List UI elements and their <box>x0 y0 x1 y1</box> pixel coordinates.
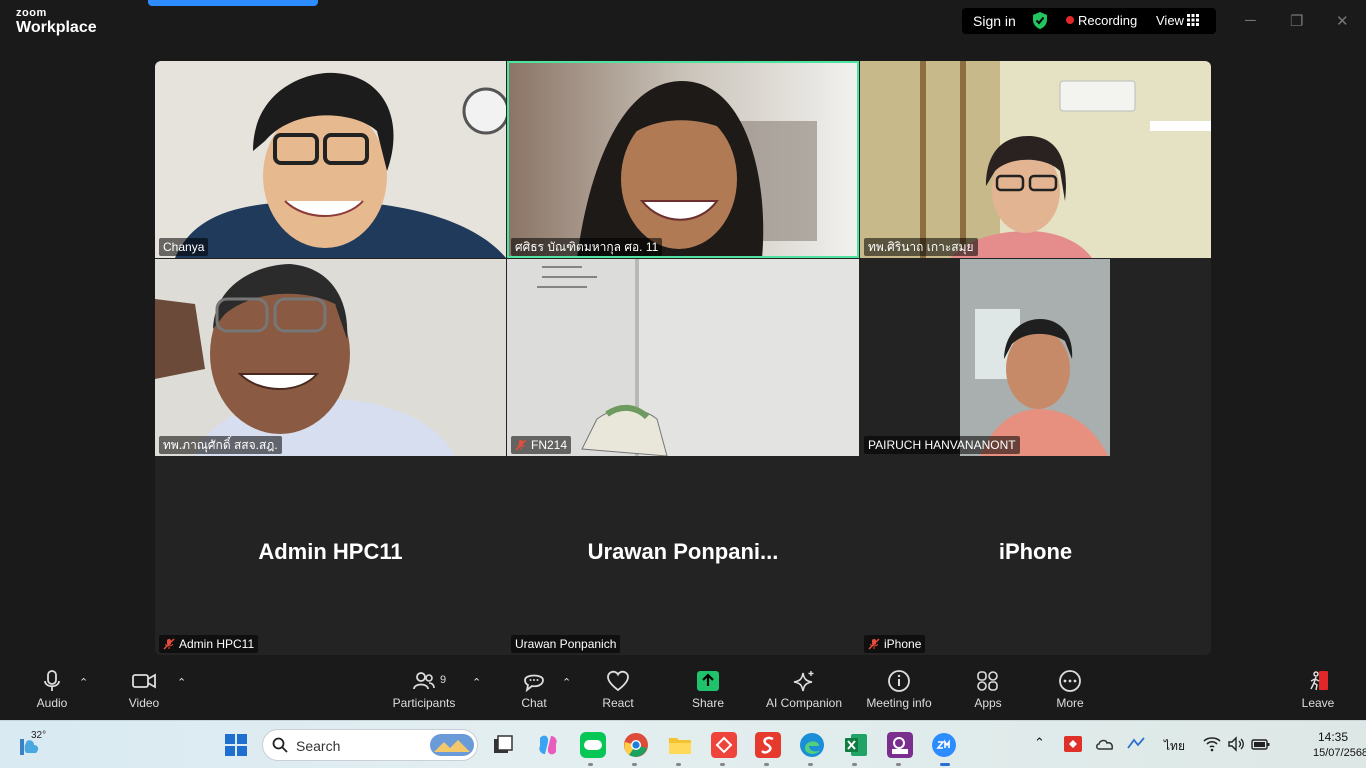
info-icon <box>888 670 910 692</box>
zoom-logo: zoom Workplace <box>16 7 97 36</box>
participant-name-tag: iPhone <box>864 635 926 653</box>
audio-button[interactable]: Audio <box>30 670 74 710</box>
minimize-icon[interactable]: ─ <box>1245 12 1256 29</box>
network-share-icon[interactable] <box>1126 736 1146 752</box>
video-tile[interactable]: FN214 <box>507 259 859 456</box>
apps-button[interactable]: Apps <box>968 670 1008 710</box>
input-language-indicator[interactable]: ไทย <box>1164 737 1185 756</box>
anydesk-tray-icon[interactable] <box>1064 736 1082 752</box>
muted-mic-icon <box>868 638 880 650</box>
search-placeholder: Search <box>296 738 341 754</box>
apps-icon <box>977 671 998 691</box>
heart-icon <box>607 670 629 692</box>
audio-options-caret-icon[interactable]: ⌃ <box>79 676 88 689</box>
edge-icon[interactable] <box>799 732 825 758</box>
video-tile[interactable]: Chanya <box>155 61 506 258</box>
share-button[interactable]: Share <box>688 670 728 710</box>
recording-dot-icon <box>1066 16 1074 24</box>
wps-office-icon[interactable] <box>755 732 781 758</box>
sign-in-button[interactable]: Sign in <box>973 13 1016 29</box>
participant-display-name: Urawan Ponpani... <box>587 539 779 564</box>
participant-name-tag: Urawan Ponpanich <box>511 635 621 653</box>
video-tile[interactable]: ทพ.ศิรินาถ เกาะสมุย <box>860 61 1211 258</box>
anydesk-icon[interactable] <box>711 732 737 758</box>
meeting-toolbar: Audio ⌃ Video ⌃ Participants 9 ⌃ Chat ⌃ … <box>0 660 1366 718</box>
windows-taskbar: 32° Search ⌃ ไทย 14:35 15/07/2568 <box>0 720 1366 768</box>
shield-check-icon[interactable] <box>1031 11 1049 30</box>
video-tile[interactable]: Admin HPC11 Admin HPC11 <box>155 457 506 655</box>
search-highlight-icon <box>430 734 474 756</box>
more-button[interactable]: More <box>1050 670 1090 710</box>
battery-icon[interactable] <box>1251 736 1271 752</box>
video-tile-active-speaker[interactable]: ศศิธร บัณฑิตมหากุล ศอ. 11 <box>507 61 859 258</box>
participant-name-tag: Admin HPC11 <box>159 635 259 653</box>
participant-name-tag: ศศิธร บัณฑิตมหากุล ศอ. 11 <box>511 238 663 256</box>
leave-door-icon <box>1310 671 1328 691</box>
view-button[interactable]: View <box>1156 13 1184 28</box>
participant-name-tag: FN214 <box>511 436 572 454</box>
video-tile[interactable]: PAIRUCH HANVANANONT <box>860 259 1211 456</box>
participant-video <box>507 61 859 258</box>
participant-video <box>960 259 1110 456</box>
chat-button[interactable]: Chat <box>514 670 554 710</box>
video-tile[interactable]: ทพ.ภาณุศักดิ์ สสจ.สฎ. <box>155 259 506 456</box>
participant-display-name: iPhone <box>998 539 1073 564</box>
wifi-icon[interactable] <box>1203 736 1221 752</box>
participant-name-tag: Chanya <box>159 238 209 256</box>
ai-companion-button[interactable]: AI Companion <box>762 670 846 710</box>
muted-mic-icon <box>515 439 527 451</box>
participant-video <box>860 61 1211 258</box>
windows-start-icon[interactable] <box>223 732 249 758</box>
video-tile[interactable]: iPhone iPhone <box>860 457 1211 655</box>
participant-name-tag: PAIRUCH HANVANANONT <box>864 436 1020 454</box>
clock-date[interactable]: 15/07/2568 <box>1313 747 1366 759</box>
recording-indicator[interactable]: Recording <box>1078 13 1137 28</box>
microphone-icon <box>44 670 60 691</box>
muted-mic-icon <box>163 638 175 650</box>
copilot-icon[interactable] <box>535 732 561 758</box>
zoom-window: zoom Workplace Sign in Recording View ─ … <box>0 0 1366 768</box>
zoom-app-icon[interactable] <box>931 732 957 758</box>
chat-bubble-icon <box>524 674 544 692</box>
participants-options-caret-icon[interactable]: ⌃ <box>472 676 481 689</box>
file-explorer-icon[interactable] <box>667 732 693 758</box>
chrome-icon[interactable] <box>623 732 649 758</box>
task-view-icon[interactable] <box>490 732 516 758</box>
sparkle-icon <box>793 671 814 692</box>
pdf-app-icon[interactable] <box>887 732 913 758</box>
video-button[interactable]: Video <box>122 670 166 710</box>
title-bar: zoom Workplace Sign in Recording View ─ … <box>0 0 1366 44</box>
chat-options-caret-icon[interactable]: ⌃ <box>562 676 571 689</box>
weather-temperature: 32° <box>31 730 47 741</box>
video-options-caret-icon[interactable]: ⌃ <box>177 676 186 689</box>
video-tile[interactable]: Urawan Ponpani... Urawan Ponpanich <box>507 457 859 655</box>
participants-icon <box>413 672 435 690</box>
more-dots-icon <box>1059 670 1081 692</box>
meeting-info-button[interactable]: Meeting info <box>864 670 934 710</box>
line-app-icon[interactable] <box>580 732 606 758</box>
participant-video <box>155 61 506 258</box>
volume-icon[interactable] <box>1227 736 1245 752</box>
participants-button[interactable]: Participants <box>388 670 460 710</box>
floating-meeting-strip[interactable] <box>148 0 318 6</box>
close-icon[interactable]: ✕ <box>1336 12 1349 30</box>
excel-icon[interactable] <box>843 732 869 758</box>
show-hidden-icons-icon[interactable]: ⌃ <box>1034 735 1045 751</box>
participants-count: 9 <box>440 674 447 686</box>
participant-display-name: Admin HPC11 <box>258 539 403 564</box>
participant-name-tag: ทพ.ศิรินาถ เกาะสมุย <box>864 238 978 256</box>
share-screen-icon <box>697 671 719 691</box>
participant-video <box>155 259 506 456</box>
participant-name-tag: ทพ.ภาณุศักดิ์ สสจ.สฎ. <box>159 436 282 454</box>
restore-icon[interactable]: ❐ <box>1290 12 1303 30</box>
clock-time[interactable]: 14:35 <box>1318 730 1348 744</box>
onedrive-icon[interactable] <box>1095 736 1115 752</box>
participant-video <box>507 259 859 456</box>
react-button[interactable]: React <box>598 670 638 710</box>
search-icon <box>272 737 288 753</box>
grid-view-icon[interactable] <box>1187 14 1199 26</box>
video-gallery: Chanya ศศิธร บัณฑิตมหากุล ศอ. 11 ทพ.ศิริ… <box>155 61 1211 655</box>
leave-button[interactable]: Leave <box>1298 670 1338 710</box>
video-camera-icon <box>132 673 156 689</box>
